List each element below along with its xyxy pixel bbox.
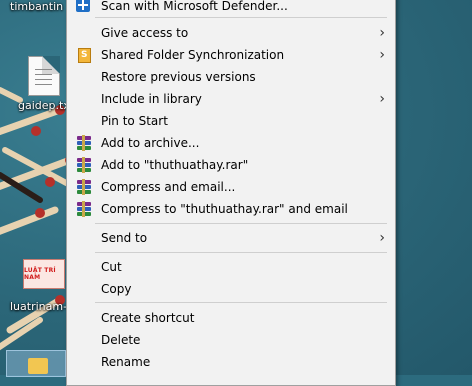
menu-item-include-library[interactable]: Include in library ›: [67, 88, 395, 110]
chevron-right-icon: ›: [379, 25, 385, 41]
menu-item-cut[interactable]: Cut: [67, 256, 395, 278]
menu-item-label: Compress to "thuthuathay.rar" and email: [101, 202, 348, 216]
menu-item-label: Send to: [101, 231, 148, 245]
menu-item-rename[interactable]: Rename: [67, 351, 395, 373]
sync-icon: [76, 44, 92, 66]
text-line: [35, 69, 52, 70]
menu-item-send-to[interactable]: Send to ›: [67, 227, 395, 249]
text-line: [35, 79, 52, 80]
menu-item-label: Add to archive...: [101, 136, 200, 150]
winrar-icon: [76, 135, 92, 151]
image-thumbnail-icon[interactable]: LUẬT TRÍ NAM: [23, 259, 65, 289]
defender-icon: [76, 0, 92, 14]
text-line: [35, 74, 52, 75]
menu-separator: [95, 223, 387, 224]
menu-separator: [95, 302, 387, 303]
menu-item-scan-defender[interactable]: Scan with Microsoft Defender...: [67, 0, 395, 17]
chevron-right-icon: ›: [379, 47, 385, 63]
menu-item-label: Cut: [101, 260, 122, 274]
menu-item-label: Rename: [101, 355, 151, 369]
menu-item-compress-email[interactable]: Compress and email...: [67, 176, 395, 198]
menu-separator: [95, 17, 387, 18]
winrar-icon: [76, 157, 92, 173]
menu-item-pin-start[interactable]: Pin to Start: [67, 110, 395, 132]
menu-item-label: Pin to Start: [101, 114, 168, 128]
menu-item-label: Give access to: [101, 26, 189, 40]
menu-item-copy[interactable]: Copy: [67, 278, 395, 300]
menu-item-label: Compress and email...: [101, 180, 236, 194]
desktop-icon-label[interactable]: luatrinam-: [10, 300, 67, 313]
page-fold: [42, 56, 60, 74]
text-line: [35, 84, 52, 85]
winrar-icon: [76, 201, 92, 217]
chevron-right-icon: ›: [379, 230, 385, 246]
context-menu: Scan with Microsoft Defender... Give acc…: [66, 0, 396, 386]
menu-item-delete[interactable]: Delete: [67, 329, 395, 351]
menu-item-label: Restore previous versions: [101, 70, 256, 84]
menu-separator: [95, 252, 387, 253]
menu-item-shared-folder-sync[interactable]: Shared Folder Synchronization ›: [67, 44, 395, 66]
text-file-icon[interactable]: [28, 56, 60, 96]
menu-item-label: Shared Folder Synchronization: [101, 48, 285, 62]
menu-item-add-archive[interactable]: Add to archive...: [67, 132, 395, 154]
menu-item-label: Scan with Microsoft Defender...: [101, 0, 288, 13]
menu-item-compress-rar-email[interactable]: Compress to "thuthuathay.rar" and email: [67, 198, 395, 220]
menu-item-label: Include in library: [101, 92, 202, 106]
chevron-right-icon: ›: [379, 91, 385, 107]
menu-item-restore-versions[interactable]: Restore previous versions: [67, 66, 395, 88]
menu-item-create-shortcut[interactable]: Create shortcut: [67, 307, 395, 329]
menu-item-label: Create shortcut: [101, 311, 195, 325]
menu-item-label: Delete: [101, 333, 141, 347]
folder-icon: [28, 358, 48, 374]
menu-item-add-to-rar[interactable]: Add to "thuthuathay.rar": [67, 154, 395, 176]
menu-item-label: Add to "thuthuathay.rar": [101, 158, 249, 172]
menu-item-label: Copy: [101, 282, 132, 296]
desktop-icon-label[interactable]: timbantin: [10, 0, 63, 13]
winrar-icon: [76, 179, 92, 195]
menu-item-give-access[interactable]: Give access to ›: [67, 22, 395, 44]
